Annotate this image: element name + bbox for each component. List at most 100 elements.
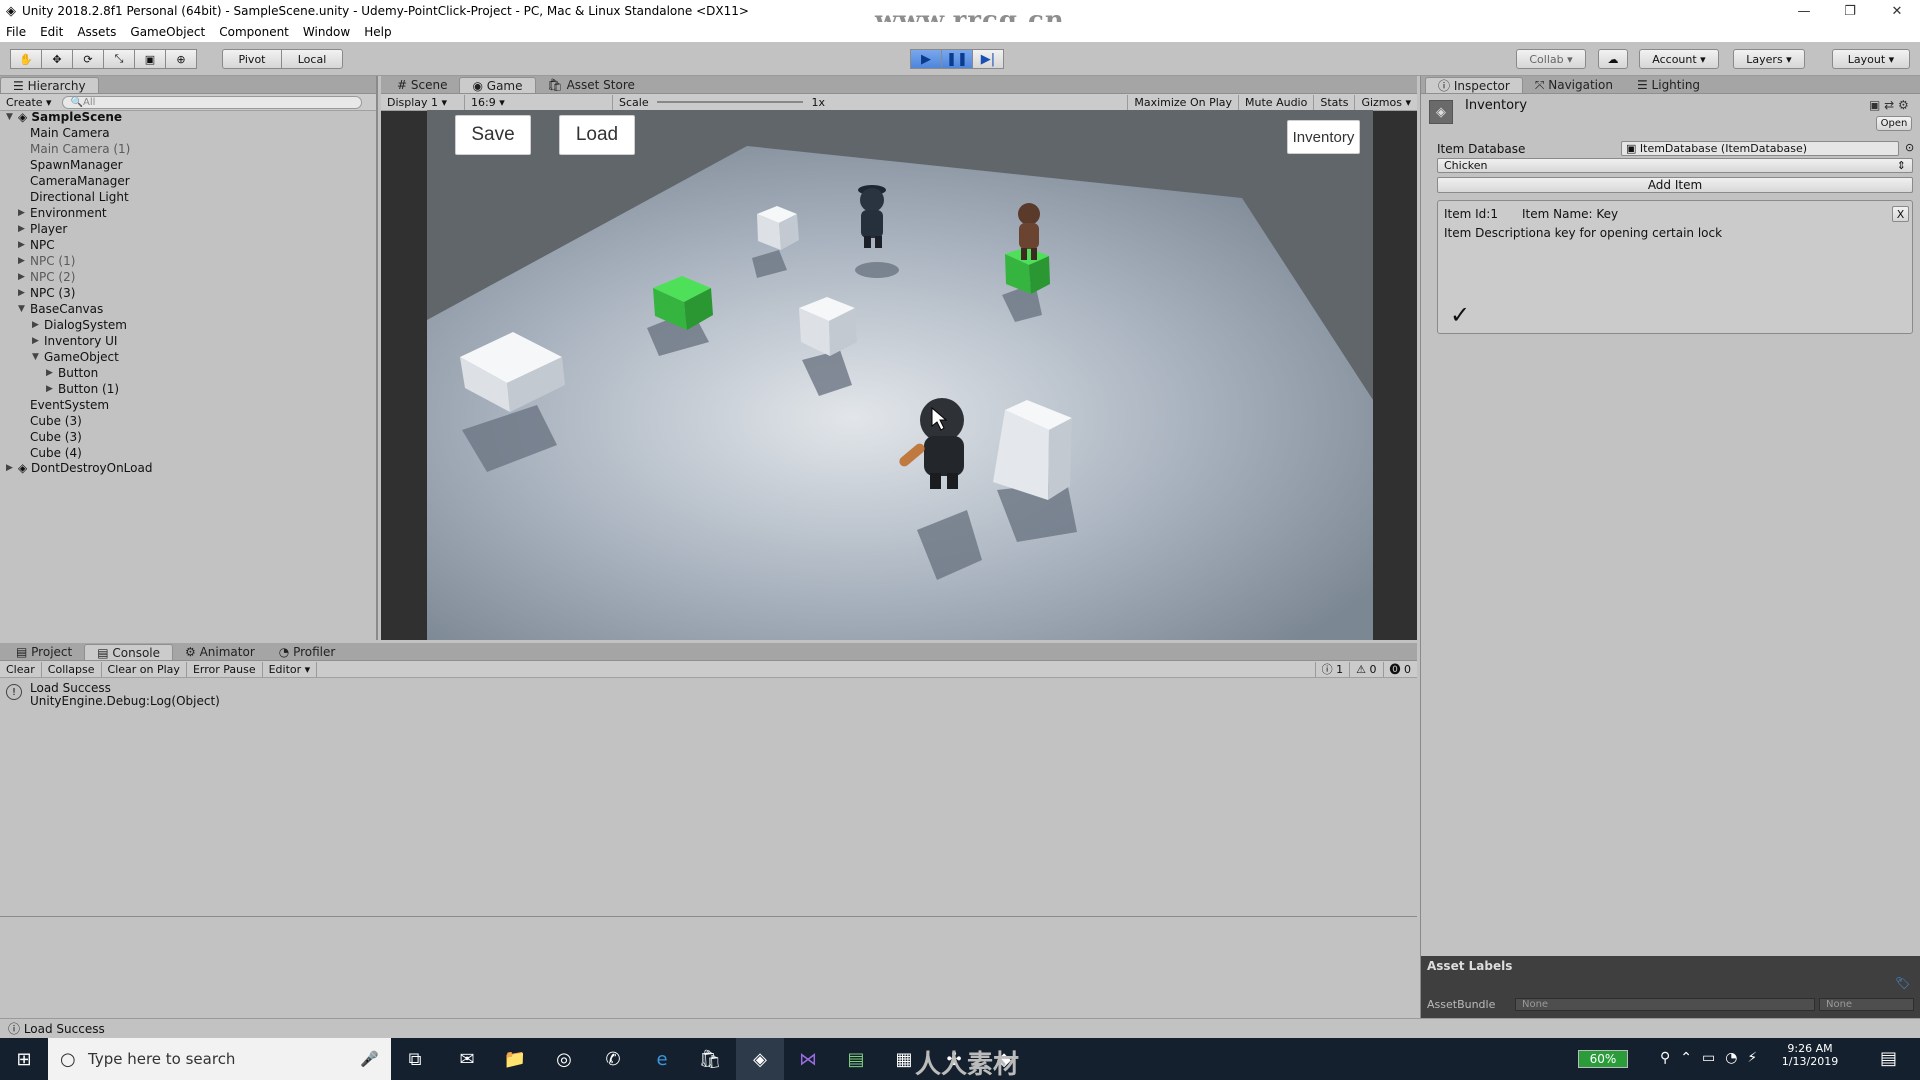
hierarchy-search-input[interactable]: 🔍 All bbox=[61, 95, 362, 109]
store-icon[interactable]: 🛍 bbox=[686, 1038, 734, 1080]
item-database-field[interactable]: ▣ ItemDatabase (ItemDatabase) bbox=[1621, 141, 1899, 156]
scale-slider[interactable]: Scale 1x bbox=[613, 95, 831, 110]
assetbundle-variant-dropdown[interactable]: None bbox=[1819, 998, 1914, 1011]
tab-game[interactable]: ◉ Game bbox=[459, 77, 536, 93]
collapse-arrow-icon[interactable]: ▶ bbox=[32, 320, 44, 330]
hierarchy-item[interactable]: ▶ NPC (3) bbox=[18, 285, 75, 301]
scale-tool-icon[interactable]: ⤡ bbox=[103, 49, 135, 69]
hierarchy-item[interactable]: ▶ NPC (1) bbox=[18, 253, 75, 269]
menu-component[interactable]: Component bbox=[219, 25, 289, 39]
error-pause-toggle[interactable]: Error Pause bbox=[187, 661, 263, 677]
whatsapp-icon[interactable]: ✆ bbox=[589, 1038, 637, 1080]
cloud-icon[interactable]: ☁ bbox=[1598, 49, 1628, 69]
chrome-icon[interactable]: ◎ bbox=[540, 1038, 588, 1080]
tab-animator[interactable]: ⚙ Animator bbox=[173, 644, 267, 660]
scale-track[interactable] bbox=[656, 101, 804, 103]
collapse-arrow-icon[interactable]: ▶ bbox=[18, 224, 30, 234]
tab-inspector[interactable]: ⓘ Inspector bbox=[1425, 77, 1523, 93]
hierarchy-item[interactable]: ▶ Environment bbox=[18, 205, 107, 221]
console-splitter[interactable] bbox=[0, 916, 1417, 917]
minimize-button[interactable]: — bbox=[1781, 0, 1827, 22]
step-button[interactable]: ▶| bbox=[972, 49, 1004, 69]
hierarchy-item[interactable]: Main Camera bbox=[18, 125, 110, 141]
hierarchy-item[interactable]: Directional Light bbox=[18, 189, 129, 205]
edge-icon[interactable]: e bbox=[638, 1038, 686, 1080]
collapse-arrow-icon[interactable]: ▶ bbox=[32, 336, 44, 346]
clear-button[interactable]: Clear bbox=[0, 661, 42, 677]
transform-tool-icon[interactable]: ⊕ bbox=[165, 49, 197, 69]
taskbar-search-input[interactable]: ○ Type here to search 🎤 bbox=[48, 1038, 391, 1080]
maximize-button[interactable]: ❐ bbox=[1827, 0, 1873, 22]
microphone-icon[interactable]: 🎤 bbox=[360, 1050, 379, 1068]
windows-start-icon[interactable]: ⊞ bbox=[0, 1038, 48, 1080]
stats-toggle[interactable]: Stats bbox=[1314, 94, 1356, 110]
load-button[interactable]: Load bbox=[559, 115, 635, 155]
hierarchy-item[interactable]: ▶ NPC (2) bbox=[18, 269, 75, 285]
close-button[interactable]: ✕ bbox=[1874, 0, 1920, 22]
remove-item-button[interactable]: X bbox=[1892, 206, 1909, 222]
tab-project[interactable]: ▤ Project bbox=[4, 644, 84, 660]
menu-help[interactable]: Help bbox=[364, 25, 391, 39]
menu-edit[interactable]: Edit bbox=[40, 25, 63, 39]
collab-button[interactable]: Collab ▾ bbox=[1516, 49, 1586, 69]
pause-button[interactable]: ❚❚ bbox=[941, 49, 973, 69]
label-tag-icon[interactable]: 🏷 bbox=[1895, 976, 1910, 990]
task-view-icon[interactable]: ⧉ bbox=[391, 1038, 439, 1080]
hierarchy-item[interactable]: Main Camera (1) bbox=[18, 141, 130, 157]
layers-dropdown[interactable]: Layers ▾ bbox=[1733, 49, 1805, 69]
move-tool-icon[interactable]: ✥ bbox=[41, 49, 73, 69]
console-log-entry[interactable]: ! Load Success UnityEngine.Debug:Log(Obj… bbox=[0, 679, 1417, 709]
collapse-arrow-icon[interactable]: ▶ bbox=[18, 208, 30, 218]
clear-on-play-toggle[interactable]: Clear on Play bbox=[102, 661, 187, 677]
expand-arrow-icon[interactable]: ▼ bbox=[18, 304, 30, 314]
hierarchy-item[interactable]: ▶ Button (1) bbox=[46, 381, 119, 397]
mute-audio-toggle[interactable]: Mute Audio bbox=[1239, 94, 1315, 110]
tab-console[interactable]: ▤ Console bbox=[84, 644, 174, 660]
pivot-toggle[interactable]: Pivot bbox=[222, 49, 282, 69]
hierarchy-item[interactable]: ▶ Button bbox=[46, 365, 98, 381]
expand-arrow-icon[interactable]: ▼ bbox=[6, 112, 18, 122]
notifications-icon[interactable]: ▤ bbox=[1880, 1048, 1897, 1069]
dontdestroy-root[interactable]: ▶ ◈ DontDestroyOnLoad bbox=[6, 460, 152, 476]
log-count-toggle[interactable]: ⓘ 1 bbox=[1314, 661, 1351, 677]
mail-icon[interactable]: ✉ bbox=[443, 1038, 491, 1080]
assetbundle-dropdown[interactable]: None bbox=[1515, 998, 1815, 1011]
hierarchy-item[interactable]: SpawnManager bbox=[18, 157, 123, 173]
tab-navigation[interactable]: ⤧ Navigation bbox=[1523, 77, 1625, 93]
collapse-arrow-icon[interactable]: ▶ bbox=[46, 368, 58, 378]
play-button[interactable]: ▶ bbox=[910, 49, 942, 69]
hierarchy-item[interactable]: ▼ GameObject bbox=[32, 349, 119, 365]
system-tray-icons[interactable]: ⚲⌃▭◔⚡ bbox=[1660, 1050, 1767, 1066]
tab-profiler[interactable]: ◔ Profiler bbox=[267, 644, 348, 660]
collapse-arrow-icon[interactable]: ▶ bbox=[46, 384, 58, 394]
notepad-icon[interactable]: ▤ bbox=[832, 1038, 880, 1080]
inventory-button[interactable]: Inventory bbox=[1287, 120, 1360, 154]
layout-dropdown[interactable]: Layout ▾ bbox=[1832, 49, 1910, 69]
item-dropdown[interactable]: Chicken ⇕ bbox=[1437, 158, 1913, 173]
scene-root[interactable]: ▼ ◈ SampleScene bbox=[6, 109, 122, 125]
tab-lighting[interactable]: ☰ Lighting bbox=[1625, 77, 1712, 93]
hierarchy-item[interactable]: ▼ BaseCanvas bbox=[18, 301, 103, 317]
rect-tool-icon[interactable]: ▣ bbox=[134, 49, 166, 69]
hierarchy-item[interactable]: Cube (3) bbox=[18, 413, 82, 429]
hierarchy-item[interactable]: ▶ NPC bbox=[18, 237, 55, 253]
collapse-arrow-icon[interactable]: ▶ bbox=[18, 256, 30, 266]
tab-hierarchy[interactable]: ☰ Hierarchy bbox=[0, 77, 99, 93]
editor-dropdown[interactable]: Editor ▾ bbox=[263, 661, 318, 677]
gizmos-dropdown[interactable]: Gizmos ▾ bbox=[1355, 95, 1417, 110]
collapse-arrow-icon[interactable]: ▶ bbox=[18, 272, 30, 282]
hierarchy-item[interactable]: ▶ DialogSystem bbox=[32, 317, 127, 333]
hierarchy-item[interactable]: EventSystem bbox=[18, 397, 109, 413]
clock[interactable]: 9:26 AM 1/13/2019 bbox=[1775, 1042, 1845, 1068]
collapse-toggle[interactable]: Collapse bbox=[42, 661, 102, 677]
unity-taskbar-icon[interactable]: ◈ bbox=[736, 1038, 784, 1080]
rotate-tool-icon[interactable]: ⟳ bbox=[72, 49, 104, 69]
hierarchy-item[interactable]: CameraManager bbox=[18, 173, 130, 189]
hierarchy-item[interactable]: ▶ Inventory UI bbox=[32, 333, 117, 349]
file-explorer-icon[interactable]: 📁 bbox=[491, 1038, 539, 1080]
local-toggle[interactable]: Local bbox=[281, 49, 343, 69]
aspect-dropdown[interactable]: 16:9 ▾ bbox=[465, 94, 613, 110]
tab-asset-store[interactable]: 🛍 Asset Store bbox=[536, 77, 647, 93]
visual-studio-icon[interactable]: ⋈ bbox=[784, 1038, 832, 1080]
menu-file[interactable]: File bbox=[6, 25, 26, 39]
